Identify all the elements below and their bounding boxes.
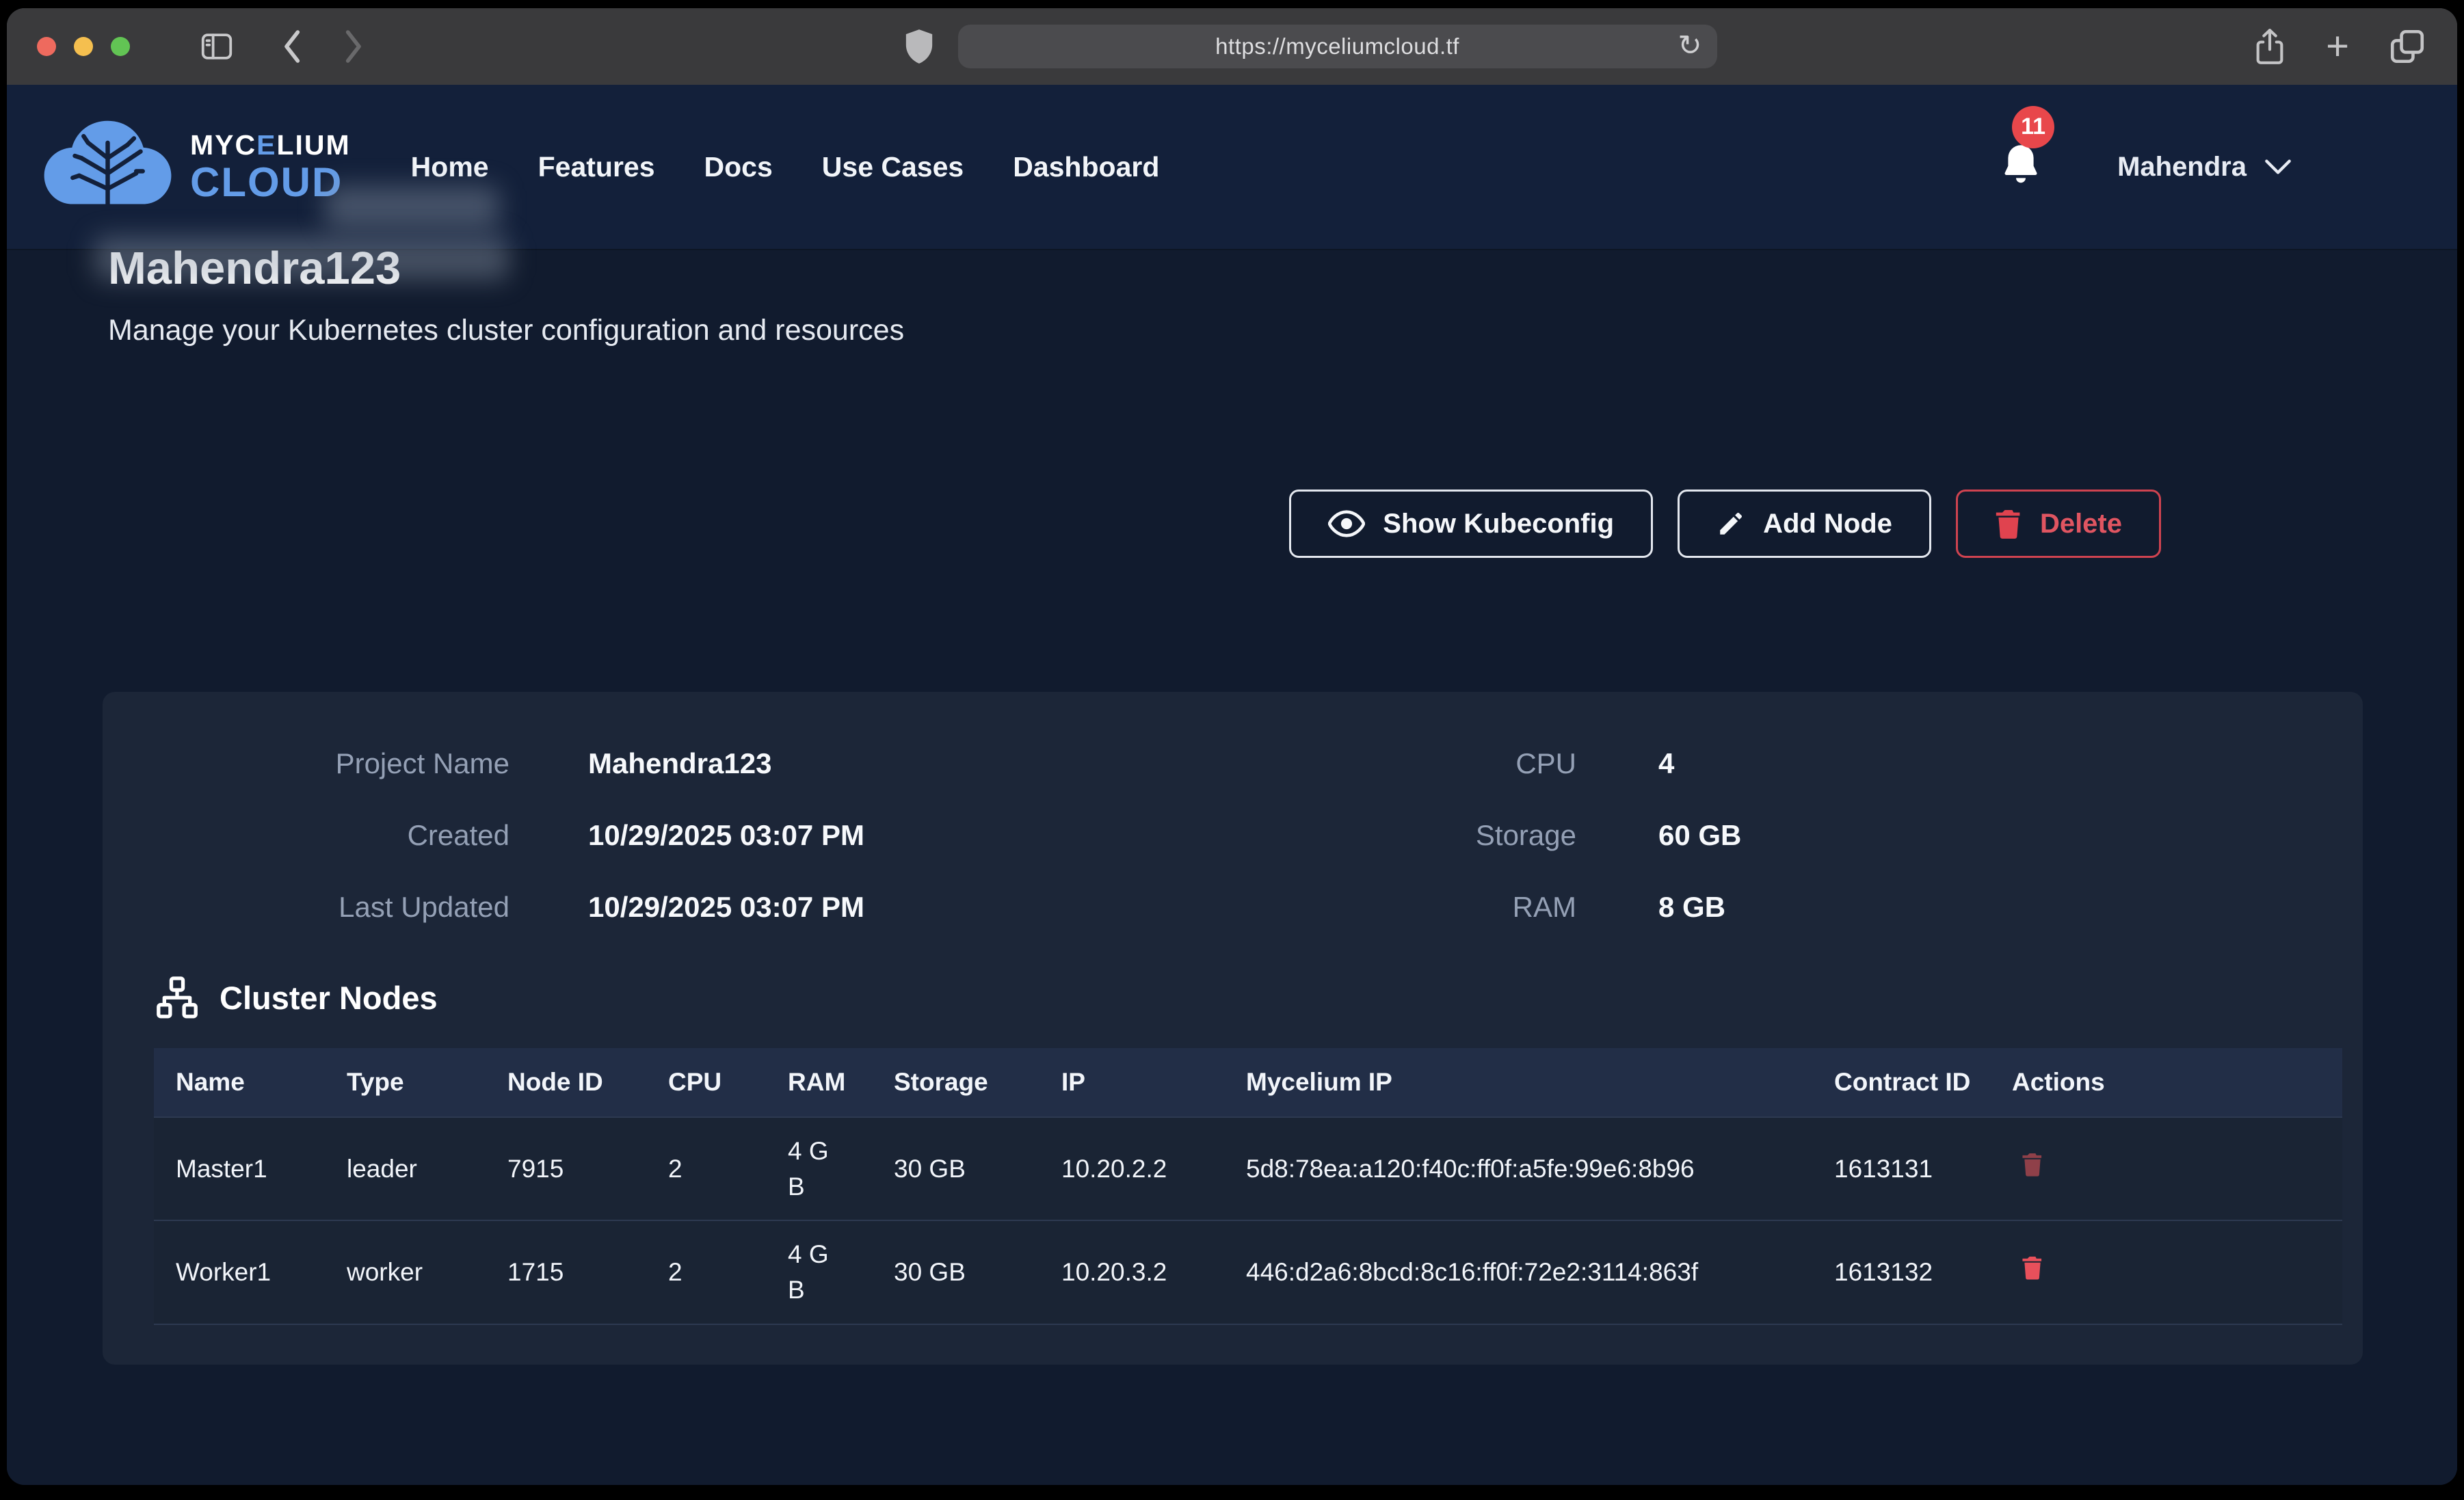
trash-icon bbox=[1995, 509, 2022, 539]
sidebar-toggle-icon[interactable] bbox=[196, 28, 238, 65]
node-cpu: 2 bbox=[646, 1117, 766, 1221]
chevron-down-icon bbox=[2264, 158, 2292, 176]
back-icon[interactable] bbox=[278, 27, 305, 66]
cluster-nodes-heading: Cluster Nodes bbox=[154, 976, 2335, 1019]
node-contract-id: 1613132 bbox=[1812, 1220, 1990, 1324]
new-tab-icon[interactable]: + bbox=[2326, 27, 2349, 66]
project-name-label: Project Name bbox=[154, 727, 509, 799]
bell-icon bbox=[2000, 142, 2042, 189]
created-label: Created bbox=[154, 799, 509, 871]
cluster-nodes-title: Cluster Nodes bbox=[220, 979, 438, 1017]
cpu-value: 4 bbox=[1576, 727, 2335, 799]
cluster-actions: Show Kubeconfig Add Node Delete bbox=[7, 490, 2457, 558]
nav-link-dashboard[interactable]: Dashboard bbox=[1013, 151, 1159, 183]
pencil-icon bbox=[1717, 509, 1745, 538]
cluster-details-card: Project Name Mahendra123 CPU 4 Created 1… bbox=[103, 692, 2363, 1365]
col-name: Name bbox=[154, 1048, 325, 1117]
tab-overview-icon[interactable] bbox=[2387, 27, 2427, 66]
node-type: worker bbox=[325, 1220, 486, 1324]
node-id: 7915 bbox=[486, 1117, 646, 1221]
window-controls bbox=[37, 37, 130, 56]
col-ram: RAM bbox=[766, 1048, 872, 1117]
eye-icon bbox=[1328, 510, 1365, 537]
share-icon[interactable] bbox=[2252, 25, 2288, 68]
show-kubeconfig-button[interactable]: Show Kubeconfig bbox=[1289, 490, 1653, 558]
notification-badge: 11 bbox=[2012, 106, 2054, 148]
delete-node-button[interactable] bbox=[2012, 1151, 2043, 1177]
notifications-button[interactable]: 11 bbox=[2000, 142, 2042, 193]
node-contract-id: 1613131 bbox=[1812, 1117, 1990, 1221]
table-row: Worker1 worker 1715 2 4 GB 30 GB 10.20.3… bbox=[154, 1220, 2342, 1324]
browser-chrome: https://myceliumcloud.tf ↻ + bbox=[7, 8, 2457, 85]
network-nodes-icon bbox=[155, 976, 199, 1019]
zoom-window-button[interactable] bbox=[111, 37, 130, 56]
col-storage: Storage bbox=[872, 1048, 1039, 1117]
cpu-label: CPU bbox=[1125, 727, 1576, 799]
webpage: MYCELIUM CLOUD Home Features Docs Use Ca… bbox=[7, 85, 2457, 1485]
address-bar[interactable]: https://myceliumcloud.tf ↻ bbox=[958, 25, 1717, 68]
last-updated-label: Last Updated bbox=[154, 871, 509, 943]
col-mycelium-ip: Mycelium IP bbox=[1224, 1048, 1812, 1117]
minimize-window-button[interactable] bbox=[74, 37, 93, 56]
forward-icon[interactable] bbox=[341, 27, 368, 66]
col-node-id: Node ID bbox=[486, 1048, 646, 1117]
user-menu[interactable]: Mahendra bbox=[2117, 152, 2292, 183]
delete-node-button[interactable] bbox=[2012, 1255, 2043, 1281]
storage-value: 60 GB bbox=[1576, 799, 2335, 871]
node-mycelium-ip: 5d8:78ea:a120:f40c:ff0f:a5fe:99e6:8b96 bbox=[1224, 1117, 1812, 1221]
cluster-nodes-table: Name Type Node ID CPU RAM Storage IP Myc… bbox=[154, 1048, 2342, 1325]
node-ip: 10.20.3.2 bbox=[1039, 1220, 1224, 1324]
blur-redaction bbox=[94, 237, 509, 280]
node-mycelium-ip: 446:d2a6:8bcd:8c16:ff0f:72e2:3114:863f bbox=[1224, 1220, 1812, 1324]
user-name: Mahendra bbox=[2117, 152, 2247, 183]
project-name-value: Mahendra123 bbox=[509, 727, 1125, 799]
table-row: Master1 leader 7915 2 4 GB 30 GB 10.20.2… bbox=[154, 1117, 2342, 1221]
last-updated-value: 10/29/2025 03:07 PM bbox=[509, 871, 1125, 943]
col-actions: Actions bbox=[1990, 1048, 2342, 1117]
col-contract-id: Contract ID bbox=[1812, 1048, 1990, 1117]
table-header-row: Name Type Node ID CPU RAM Storage IP Myc… bbox=[154, 1048, 2342, 1117]
node-ip: 10.20.2.2 bbox=[1039, 1117, 1224, 1221]
ram-label: RAM bbox=[1125, 871, 1576, 943]
created-value: 10/29/2025 03:07 PM bbox=[509, 799, 1125, 871]
brand-logo[interactable]: MYCELIUM CLOUD bbox=[38, 116, 351, 218]
browser-window: https://myceliumcloud.tf ↻ + bbox=[7, 8, 2457, 1485]
nav-link-docs[interactable]: Docs bbox=[704, 151, 773, 183]
trash-icon bbox=[2022, 1151, 2043, 1177]
node-name: Worker1 bbox=[154, 1220, 325, 1324]
col-cpu: CPU bbox=[646, 1048, 766, 1117]
blur-redaction bbox=[325, 186, 499, 228]
col-type: Type bbox=[325, 1048, 486, 1117]
url-text: https://myceliumcloud.tf bbox=[1215, 34, 1459, 59]
close-window-button[interactable] bbox=[37, 37, 56, 56]
reload-icon[interactable]: ↻ bbox=[1678, 31, 1701, 60]
node-id: 1715 bbox=[486, 1220, 646, 1324]
mycelium-cloud-logo-icon bbox=[38, 116, 178, 218]
node-type: leader bbox=[325, 1117, 486, 1221]
add-node-button[interactable]: Add Node bbox=[1678, 490, 1931, 558]
nav-links: Home Features Docs Use Cases Dashboard bbox=[411, 151, 1160, 183]
col-ip: IP bbox=[1039, 1048, 1224, 1117]
node-ram: 4 GB bbox=[766, 1220, 872, 1324]
ram-value: 8 GB bbox=[1576, 871, 2335, 943]
storage-label: Storage bbox=[1125, 799, 1576, 871]
trash-icon bbox=[2022, 1255, 2043, 1281]
nav-link-home[interactable]: Home bbox=[411, 151, 489, 183]
privacy-shield-icon[interactable] bbox=[903, 27, 935, 66]
nav-link-use-cases[interactable]: Use Cases bbox=[822, 151, 964, 183]
page-subtitle: Manage your Kubernetes cluster configura… bbox=[108, 314, 2457, 347]
delete-cluster-button[interactable]: Delete bbox=[1956, 490, 2161, 558]
cluster-info-grid: Project Name Mahendra123 CPU 4 Created 1… bbox=[154, 727, 2335, 943]
node-storage: 30 GB bbox=[872, 1220, 1039, 1324]
node-cpu: 2 bbox=[646, 1220, 766, 1324]
node-ram: 4 GB bbox=[766, 1117, 872, 1221]
nav-link-features[interactable]: Features bbox=[538, 151, 655, 183]
node-storage: 30 GB bbox=[872, 1117, 1039, 1221]
node-name: Master1 bbox=[154, 1117, 325, 1221]
